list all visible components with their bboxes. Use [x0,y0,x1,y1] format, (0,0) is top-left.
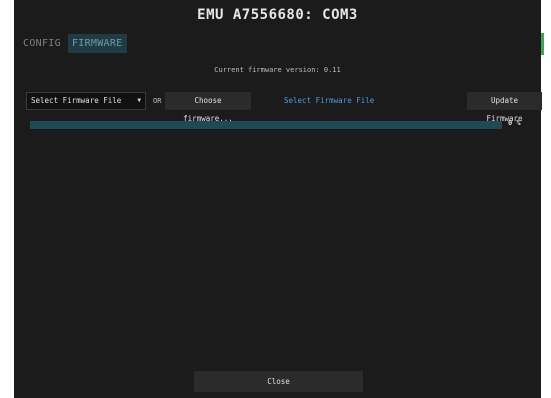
firmware-window: EMU A7556680: COM3 CONFIG FIRMWARE Curre… [14,0,542,398]
firmware-toolbar: Select Firmware File ▼ OR Choose firmwar… [26,92,542,123]
progress-bar [30,121,502,129]
or-label: OR [153,97,162,105]
update-firmware-button[interactable]: Update Firmware [467,92,542,123]
window-title: EMU A7556680: COM3 [197,7,358,23]
firmware-file-select[interactable]: Select Firmware File ▼ [26,92,146,110]
tab-bar: CONFIG FIRMWARE [20,34,127,53]
chevron-down-icon: ▼ [137,97,141,104]
choose-firmware-button[interactable]: Choose firmware... [165,92,251,123]
selected-file-label: Select Firmware File [284,96,375,105]
close-button[interactable]: Close [194,371,363,392]
firmware-file-select-value: Select Firmware File [31,96,122,105]
tab-firmware[interactable]: FIRMWARE [67,34,127,53]
progress-percent: 0 % [508,119,521,127]
edge-accent [541,33,544,55]
tab-config[interactable]: CONFIG [20,34,64,53]
current-firmware-version: Current firmware version: 0.11 [214,66,341,74]
